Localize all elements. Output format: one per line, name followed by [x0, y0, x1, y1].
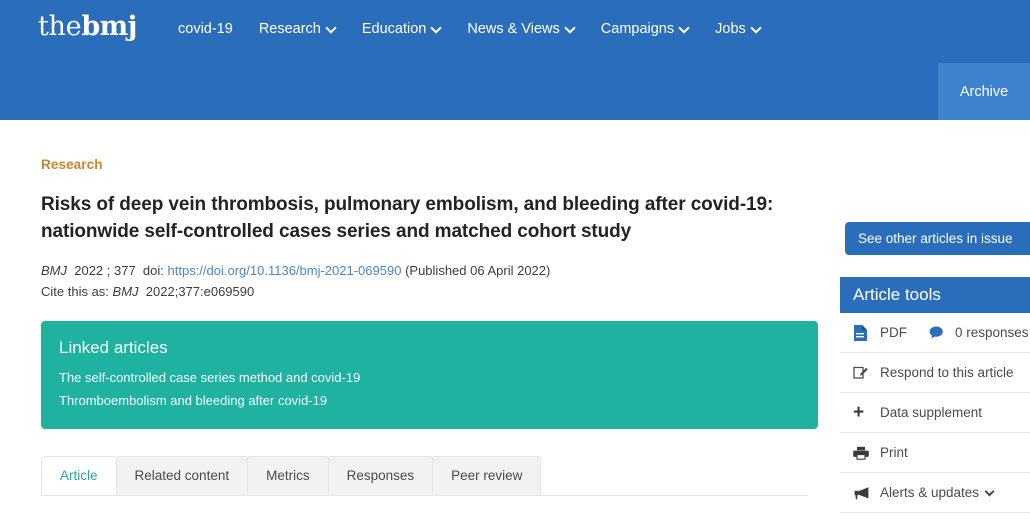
see-other-articles-button[interactable]: See other articles in issue — [845, 222, 1030, 255]
nav-item-news-and-views[interactable]: News & Views — [467, 19, 591, 39]
nav-item-research[interactable]: Research — [259, 19, 353, 39]
citation-block: BMJ 2022 ; 377 doi: https://doi.org/10.1… — [41, 261, 821, 302]
chevron-down-icon — [986, 488, 996, 497]
linked-articles-box: Linked articles The self-controlled case… — [41, 321, 818, 429]
linked-article-link[interactable]: Thromboembolism and bleeding after covid… — [59, 389, 818, 412]
nav-item-campaigns[interactable]: Campaigns — [601, 19, 706, 39]
tool-row-print[interactable]: Print — [840, 433, 1030, 473]
tool-row-data-supplement[interactable]: + Data supplement — [840, 393, 1030, 433]
nav-label: Jobs — [715, 19, 746, 39]
chevron-down-icon — [680, 24, 689, 33]
nav-item-jobs[interactable]: Jobs — [715, 19, 778, 39]
citation-line-doi: BMJ 2022 ; 377 doi: https://doi.org/10.1… — [41, 261, 821, 282]
print-label: Print — [880, 444, 908, 462]
responses-count-link[interactable]: 0 responses — [929, 324, 1029, 342]
tab-metrics[interactable]: Metrics — [247, 456, 329, 495]
respond-label: Respond to this article — [880, 364, 1014, 382]
megaphone-icon — [853, 486, 871, 500]
archive-tab[interactable]: Archive — [938, 63, 1030, 120]
article-tools-header: Article tools — [840, 277, 1030, 313]
tab-responses[interactable]: Responses — [328, 456, 434, 495]
plus-icon: + — [853, 406, 871, 420]
chevron-down-icon — [566, 24, 575, 33]
main-navigation: covid-19 Research Education News & Views… — [178, 19, 778, 39]
data-supplement-label: Data supplement — [880, 404, 982, 422]
cite-reference: 2022;377:e069590 — [146, 284, 254, 299]
nav-item-education[interactable]: Education — [362, 19, 459, 39]
citation-doi-label: doi: — [143, 263, 164, 278]
logo-the-text: the — [38, 11, 81, 42]
tab-peer-review[interactable]: Peer review — [432, 456, 541, 495]
site-header: thebmj covid-19 Research Education News … — [0, 0, 1030, 120]
citation-line-cite-as: Cite this as: BMJ 2022;377:e069590 — [41, 282, 821, 303]
bmj-logo[interactable]: thebmj — [38, 11, 137, 43]
chevron-down-icon — [432, 24, 441, 33]
chevron-down-icon — [752, 24, 761, 33]
nav-label: Education — [362, 19, 427, 39]
nav-label: Campaigns — [601, 19, 674, 39]
doi-link[interactable]: https://doi.org/10.1136/bmj-2021-069590 — [168, 263, 402, 278]
article-tools-list: PDF 0 responses — [840, 313, 1030, 513]
pdf-file-icon — [853, 325, 871, 341]
citation-year-volume: 2022 ; 377 — [74, 263, 135, 278]
nav-label: covid-19 — [178, 19, 233, 39]
speech-bubble-icon — [929, 326, 947, 339]
nav-label: News & Views — [467, 19, 559, 39]
edit-square-icon — [853, 365, 871, 380]
nav-label: Research — [259, 19, 321, 39]
pdf-label: PDF — [880, 324, 907, 342]
linked-article-link[interactable]: The self-controlled case series method a… — [59, 366, 818, 389]
printer-icon — [853, 446, 871, 460]
chevron-down-icon — [327, 24, 336, 33]
linked-articles-title: Linked articles — [59, 337, 818, 359]
tab-related-content[interactable]: Related content — [116, 456, 249, 495]
alerts-updates-label: Alerts & updates — [880, 484, 979, 502]
cite-journal: BMJ — [113, 284, 139, 299]
cite-this-as-label: Cite this as: — [41, 284, 109, 299]
nav-item-covid-19[interactable]: covid-19 — [178, 19, 250, 39]
citation-journal: BMJ — [41, 263, 67, 278]
tool-row-pdf[interactable]: PDF 0 responses — [840, 313, 1030, 353]
citation-published-date: (Published 06 April 2022) — [405, 263, 550, 278]
logo-bmj-text: bmj — [81, 11, 136, 42]
article-tab-bar: Article Related content Metrics Response… — [41, 457, 808, 496]
responses-count-label: 0 responses — [955, 324, 1029, 342]
tab-article[interactable]: Article — [41, 456, 117, 495]
article-content: Research Risks of deep vein thrombosis, … — [41, 120, 821, 496]
page-title: Risks of deep vein thrombosis, pulmonary… — [41, 191, 801, 245]
page-root: thebmj covid-19 Research Education News … — [0, 0, 1030, 520]
article-kicker[interactable]: Research — [41, 157, 103, 172]
tool-row-respond[interactable]: Respond to this article — [840, 353, 1030, 393]
tool-row-alerts-updates[interactable]: Alerts & updates — [840, 473, 1030, 513]
